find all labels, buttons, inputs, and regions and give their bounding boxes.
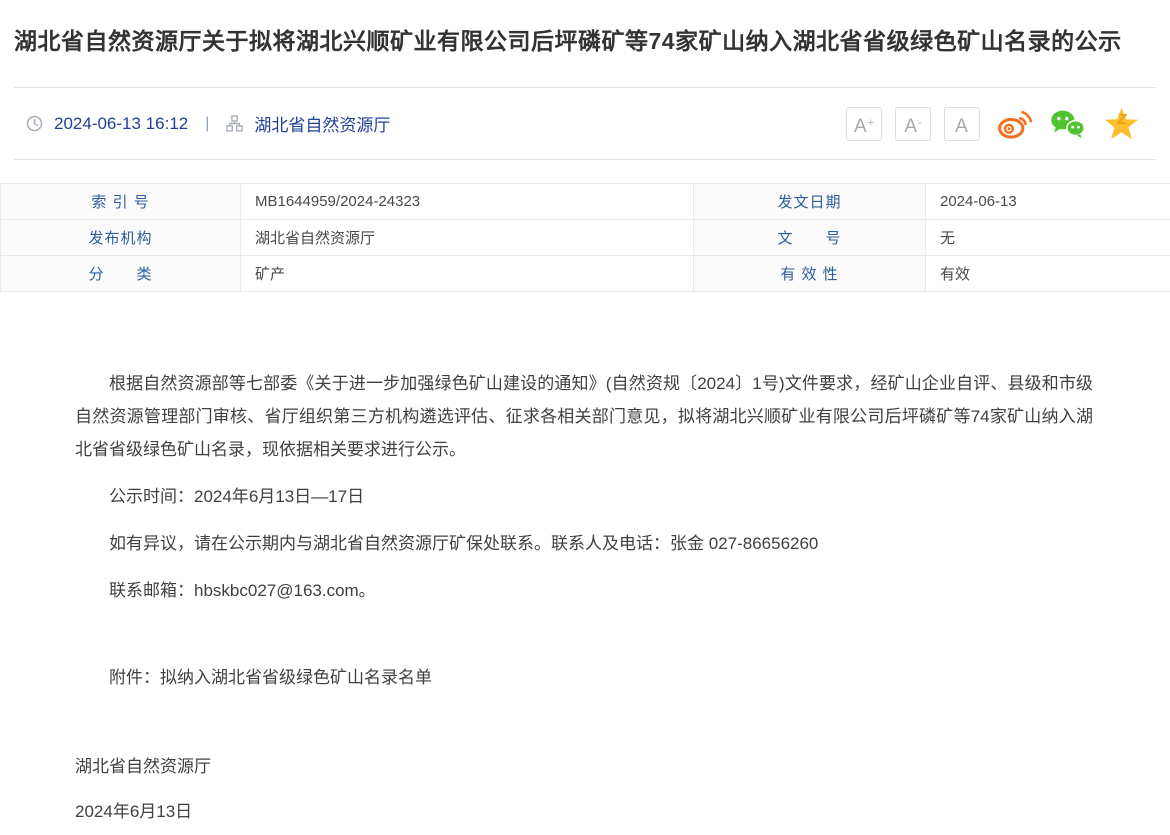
paragraph-contact: 如有异议，请在公示期内与湖北省自然资源厅矿保处联系。联系人及电话：张金 027-… — [75, 527, 1093, 560]
validity-value: 有效 — [926, 256, 1170, 292]
table-row: 发布机构 湖北省自然资源厅 文 号 无 — [1, 220, 1170, 256]
article-page: 湖北省自然资源厅关于拟将湖北兴顺矿业有限公司后坪磷矿等74家矿山纳入湖北省省级绿… — [0, 0, 1170, 835]
category-label: 分 类 — [1, 256, 241, 292]
validity-label: 有 效 性 — [694, 256, 926, 292]
publish-time: 2024-06-13 16:12 — [54, 114, 188, 134]
paragraph-public-period: 公示时间：2024年6月13日—17日 — [75, 480, 1093, 513]
index-number-value: MB1644959/2024-24323 — [241, 184, 694, 220]
table-row: 索 引 号 MB1644959/2024-24323 发文日期 2024-06-… — [1, 184, 1170, 220]
paragraph-email: 联系邮箱：hbskbc027@163.com。 — [75, 574, 1093, 607]
index-number-label: 索 引 号 — [1, 184, 241, 220]
category-value: 矿产 — [241, 256, 694, 292]
toolbar: A+ A- A — [846, 107, 1140, 141]
weibo-icon — [997, 108, 1033, 140]
signature-org: 湖北省自然资源厅 — [75, 750, 1093, 783]
font-decrease-label: A — [904, 116, 917, 137]
source-agency: 湖北省自然资源厅 — [254, 111, 390, 136]
font-increase-label: A — [854, 116, 867, 137]
document-info-table: 索 引 号 MB1644959/2024-24323 发文日期 2024-06-… — [0, 183, 1170, 292]
meta-divider — [14, 159, 1156, 160]
publisher-value: 湖北省自然资源厅 — [241, 220, 694, 256]
table-row: 分 类 矿产 有 效 性 有效 — [1, 256, 1170, 292]
doc-number-value: 无 — [926, 220, 1170, 256]
font-decrease-sign: - — [918, 117, 922, 129]
font-reset-button[interactable]: A — [944, 107, 980, 141]
font-increase-button[interactable]: A+ — [846, 107, 882, 141]
wechat-icon — [1050, 108, 1086, 140]
qzone-star-icon: Z — [1103, 107, 1140, 141]
publisher-label: 发布机构 — [1, 220, 241, 256]
svg-text:Z: Z — [1116, 111, 1127, 128]
paragraph-main: 根据自然资源部等七部委《关于进一步加强绿色矿山建设的通知》(自然资规〔2024〕… — [75, 367, 1093, 466]
issue-date-value: 2024-06-13 — [926, 184, 1170, 220]
font-decrease-button[interactable]: A- — [895, 107, 931, 141]
page-title: 湖北省自然资源厅关于拟将湖北兴顺矿业有限公司后坪磷矿等74家矿山纳入湖北省省级绿… — [14, 24, 1156, 58]
attachment-line: 附件：拟纳入湖北省省级绿色矿山名录名单 — [75, 661, 1093, 694]
article-body: 根据自然资源部等七部委《关于进一步加强绿色矿山建设的通知》(自然资规〔2024〕… — [0, 292, 1170, 828]
share-qzone-button[interactable]: Z — [1103, 107, 1140, 141]
doc-number-label: 文 号 — [694, 220, 926, 256]
meta-row: 2024-06-13 16:12 | 湖北省自然资源厅 A+ A- A — [0, 88, 1170, 159]
clock-icon — [26, 115, 43, 132]
share-weibo-button[interactable] — [997, 108, 1033, 140]
signature-block: 湖北省自然资源厅 2024年6月13日 — [75, 750, 1093, 828]
font-increase-sign: + — [868, 117, 874, 129]
share-wechat-button[interactable] — [1050, 108, 1086, 140]
title-section: 湖北省自然资源厅关于拟将湖北兴顺矿业有限公司后坪磷矿等74家矿山纳入湖北省省级绿… — [0, 0, 1170, 58]
meta-separator: | — [199, 115, 215, 133]
meta-info: 2024-06-13 16:12 | 湖北省自然资源厅 — [26, 111, 390, 136]
signature-date: 2024年6月13日 — [75, 795, 1093, 828]
issue-date-label: 发文日期 — [694, 184, 926, 220]
org-sitemap-icon — [226, 115, 243, 132]
font-reset-label: A — [955, 116, 968, 137]
